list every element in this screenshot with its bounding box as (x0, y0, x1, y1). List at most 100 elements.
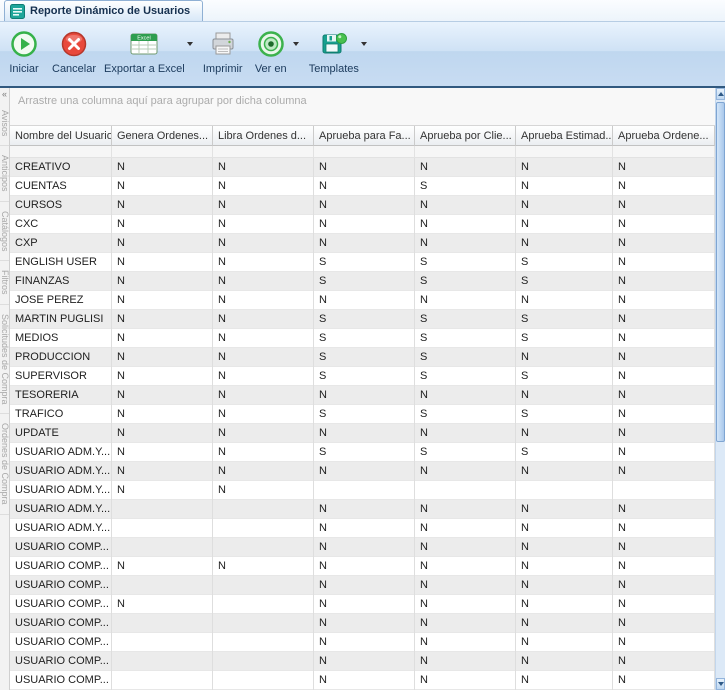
table-row[interactable]: USUARIO ADM.Y... N N N N (10, 500, 715, 519)
scroll-up-button[interactable] (716, 88, 725, 100)
dropdown-arrow-icon[interactable] (359, 42, 369, 46)
dropdown-arrow-icon[interactable] (185, 42, 195, 46)
table-row[interactable]: USUARIO ADM.Y... N N S S S N (10, 443, 715, 462)
table-row[interactable]: USUARIO COMP... N N N N (10, 576, 715, 595)
cancelar-button[interactable]: Cancelar (48, 24, 100, 86)
cell-value: N (613, 158, 715, 177)
cell-value: N (112, 405, 213, 424)
filter-cell[interactable] (314, 146, 415, 158)
table-row[interactable]: FINANZAS N N S S S N (10, 272, 715, 291)
cell-value (213, 652, 314, 671)
column-header-1[interactable]: Genera Ordenes... (112, 126, 213, 146)
table-row[interactable]: USUARIO COMP... N N N N (10, 652, 715, 671)
table-row[interactable]: TRAFICO N N S S S N (10, 405, 715, 424)
table-row[interactable]: USUARIO ADM.Y... N N N N (10, 519, 715, 538)
table-row[interactable]: UPDATE N N N N N N (10, 424, 715, 443)
dock-tab-4[interactable]: Solicitudes de Compra (0, 305, 9, 415)
imprimir-button[interactable]: Imprimir (199, 24, 247, 86)
cell-value (213, 519, 314, 538)
table-row[interactable]: SUPERVISOR N N S S S N (10, 367, 715, 386)
templates-label: Templates (308, 63, 359, 75)
column-header-3[interactable]: Aprueba para Fa... (314, 126, 415, 146)
dropdown-arrow-icon[interactable] (291, 42, 301, 46)
exportar-excel-button[interactable]: Excel Exportar a Excel (100, 24, 199, 86)
cell-value: N (112, 424, 213, 443)
cell-value: N (516, 576, 613, 595)
table-row[interactable]: USUARIO COMP... N N N N N N (10, 557, 715, 576)
table-row[interactable]: JOSE PEREZ N N N N N N (10, 291, 715, 310)
cell-value: N (112, 215, 213, 234)
cell-value: N (613, 272, 715, 291)
filter-cell[interactable] (10, 146, 112, 158)
table-row[interactable]: CREATIVO N N N N N N (10, 158, 715, 177)
column-header-2[interactable]: Libra Ordenes d... (213, 126, 314, 146)
table-row[interactable]: MEDIOS N N S S S N (10, 329, 715, 348)
column-header-6[interactable]: Aprueba Ordene... (613, 126, 715, 146)
table-row[interactable]: PRODUCCION N N S S N N (10, 348, 715, 367)
column-header-0[interactable]: Nombre del Usuario (10, 126, 112, 146)
cell-value: N (516, 652, 613, 671)
filter-cell[interactable] (613, 146, 715, 158)
cell-value: N (213, 291, 314, 310)
cell-value: N (213, 310, 314, 329)
table-row[interactable]: MARTIN PUGLISI N N S S S N (10, 310, 715, 329)
dock-rail: « Avisos Anticipos Catálogos Filtros Solicit… (0, 88, 10, 690)
filter-cell[interactable] (213, 146, 314, 158)
cell-user-name: CXC (10, 215, 112, 234)
dock-tab-0[interactable]: Avisos (0, 101, 9, 147)
cell-value: N (213, 196, 314, 215)
cancelar-label: Cancelar (52, 63, 97, 75)
cell-value: N (314, 652, 415, 671)
table-row[interactable]: CXP N N N N N N (10, 234, 715, 253)
table-row[interactable]: TESORERIA N N N N N N (10, 386, 715, 405)
table-row[interactable]: USUARIO COMP... N N N N (10, 671, 715, 690)
cell-value: S (314, 253, 415, 272)
dock-tab-3[interactable]: Filtros (0, 261, 9, 305)
cell-value: N (213, 158, 314, 177)
collapse-chevrons-icon[interactable]: « (0, 88, 9, 101)
cell-value: N (516, 196, 613, 215)
dock-tab-1[interactable]: Anticipos (0, 146, 9, 202)
cell-value: N (314, 177, 415, 196)
column-header-4[interactable]: Aprueba por Clie... (415, 126, 516, 146)
cell-value: N (112, 196, 213, 215)
cell-user-name: SUPERVISOR (10, 367, 112, 386)
cell-value: N (415, 538, 516, 557)
filter-cell[interactable] (415, 146, 516, 158)
cell-user-name: USUARIO ADM.Y... (10, 519, 112, 538)
column-header-5[interactable]: Aprueba Estimad... (516, 126, 613, 146)
templates-button[interactable]: Templates (305, 24, 373, 86)
vertical-scrollbar[interactable] (715, 88, 725, 690)
group-by-panel[interactable]: Arrastre una columna aquí para agrupar p… (10, 88, 715, 126)
table-row[interactable]: USUARIO COMP... N N N N N (10, 595, 715, 614)
scroll-down-button[interactable] (716, 678, 725, 690)
cell-value (415, 481, 516, 500)
printer-icon (209, 28, 237, 60)
cell-value: N (314, 595, 415, 614)
table-row[interactable]: USUARIO COMP... N N N N (10, 633, 715, 652)
table-row[interactable]: CUENTAS N N N S N N (10, 177, 715, 196)
cell-value: N (314, 291, 415, 310)
cell-value (213, 671, 314, 690)
iniciar-button[interactable]: Iniciar (0, 24, 48, 86)
cell-value: N (613, 557, 715, 576)
table-row[interactable]: USUARIO COMP... N N N N (10, 614, 715, 633)
cell-value: N (613, 538, 715, 557)
scrollbar-thumb[interactable] (716, 102, 725, 442)
table-row[interactable]: CURSOS N N N N N N (10, 196, 715, 215)
scrollbar-track[interactable] (716, 100, 725, 678)
cell-value: N (516, 215, 613, 234)
dock-tab-5[interactable]: Órdenes de Compra (0, 414, 9, 516)
table-row[interactable]: ENGLISH USER N N S S S N (10, 253, 715, 272)
filter-cell[interactable] (112, 146, 213, 158)
cell-value: N (516, 177, 613, 196)
table-row[interactable]: USUARIO ADM.Y... N N N N N N (10, 462, 715, 481)
cell-value: S (415, 329, 516, 348)
tab-reporte-dinamico[interactable]: Reporte Dinámico de Usuarios (4, 0, 204, 21)
table-row[interactable]: USUARIO COMP... N N N N (10, 538, 715, 557)
table-row[interactable]: CXC N N N N N N (10, 215, 715, 234)
table-row[interactable]: USUARIO ADM.Y... N N (10, 481, 715, 500)
ver-en-button[interactable]: Ver en (247, 24, 305, 86)
filter-cell[interactable] (516, 146, 613, 158)
dock-tab-2[interactable]: Catálogos (0, 202, 9, 262)
